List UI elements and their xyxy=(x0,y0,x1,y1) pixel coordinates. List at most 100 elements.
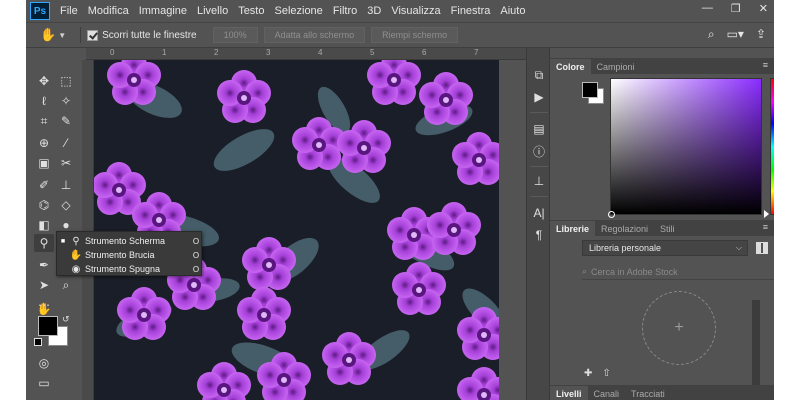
actions-panel-icon[interactable]: ▶ xyxy=(530,88,548,106)
menu-visualizza[interactable]: Visualizza xyxy=(391,5,440,17)
menu-file[interactable]: File xyxy=(60,5,78,17)
eraser-tool-icon[interactable]: ◇ xyxy=(56,196,76,214)
flyout-item-dodge[interactable]: ■ ⚲ Strumento Scherma O xyxy=(57,234,203,248)
slice-tool-icon[interactable]: ✂ xyxy=(56,154,76,172)
collapsed-panels-dock: ⧉ ▶ ▤ ⓘ ⊥ A| ¶ xyxy=(526,48,550,400)
history-panel-icon[interactable]: ⧉ xyxy=(530,66,548,84)
flyout-item-label: Strumento Brucia xyxy=(85,250,155,260)
crop-tool-icon[interactable]: ⌗ xyxy=(34,112,54,130)
ruler-tick: 4 xyxy=(318,48,323,57)
share-icon[interactable]: ⇪ xyxy=(756,27,766,42)
default-colors-icon[interactable] xyxy=(34,338,42,346)
library-footer: ✚ ⇧ xyxy=(580,368,774,382)
close-icon[interactable]: ✕ xyxy=(759,2,768,15)
info-panel-icon[interactable]: ⓘ xyxy=(530,142,548,160)
tab-librerie[interactable]: Librerie xyxy=(550,221,596,236)
ruler-tick: 0 xyxy=(110,48,115,57)
ruler-tick: 2 xyxy=(214,48,219,57)
pencil-tool-icon[interactable]: ✐ xyxy=(34,176,54,194)
divider xyxy=(530,166,548,167)
ruler-horizontal: 0 1 2 3 4 5 6 7 xyxy=(86,48,526,60)
magic-wand-tool-icon[interactable]: ✧ xyxy=(56,92,76,110)
quick-mask-icon[interactable]: ◎ xyxy=(34,354,54,372)
tab-canali[interactable]: Canali xyxy=(588,386,626,400)
healing-brush-tool-icon[interactable]: ⊕ xyxy=(34,134,54,152)
fill-screen-button[interactable]: Riempi schermo xyxy=(371,27,459,43)
foreground-color-swatch[interactable] xyxy=(38,316,58,336)
history-brush-tool-icon[interactable]: ⌬ xyxy=(34,196,54,214)
ruler-tick: 7 xyxy=(474,48,479,57)
dodge-tool-flyout: ■ ⚲ Strumento Scherma O ✋ Strumento Bruc… xyxy=(56,231,202,276)
tab-livelli[interactable]: Livelli xyxy=(550,386,588,400)
upload-icon[interactable]: ⇧ xyxy=(602,368,610,382)
workspace-icon[interactable]: ▭▾ xyxy=(727,27,744,42)
menu-bar: Ps File Modifica Immagine Livello Testo … xyxy=(26,0,774,22)
menu-aiuto[interactable]: Aiuto xyxy=(500,5,525,17)
hue-slider[interactable] xyxy=(770,78,774,215)
flower-photo xyxy=(94,60,499,400)
adjustments-panel-icon[interactable]: ▤ xyxy=(530,120,548,138)
grid-view-icon[interactable] xyxy=(756,242,768,254)
edit-toolbar-icon[interactable]: ⋯ xyxy=(34,296,54,314)
right-panels: Colore Campioni ≡ Librerie Regolazioni S… xyxy=(550,48,774,400)
tab-tracciati[interactable]: Tracciati xyxy=(625,386,671,400)
document-canvas[interactable] xyxy=(94,60,499,400)
scroll-all-windows-checkbox[interactable] xyxy=(87,29,99,41)
menu-testo[interactable]: Testo xyxy=(238,5,264,17)
menu-immagine[interactable]: Immagine xyxy=(139,5,187,17)
add-asset-icon[interactable]: ✚ xyxy=(584,368,592,382)
panel-menu-icon[interactable]: ≡ xyxy=(763,60,768,70)
zoom-tool-icon[interactable]: ⌕ xyxy=(56,276,76,294)
fit-screen-button[interactable]: Adatta allo schermo xyxy=(263,27,366,43)
color-picker-marker[interactable] xyxy=(608,211,615,218)
tab-campioni[interactable]: Campioni xyxy=(591,59,641,74)
burn-icon: ✋ xyxy=(69,249,83,261)
swap-colors-icon[interactable]: ↺ xyxy=(62,314,70,325)
options-bar: ✋ ▼ Scorri tutte le finestre 100% Adatta… xyxy=(26,22,774,48)
gradient-tool-icon[interactable]: ◧ xyxy=(34,216,54,234)
paragraph-panel-icon[interactable]: ¶ xyxy=(530,226,548,244)
frame-tool-icon[interactable]: ▣ xyxy=(34,154,54,172)
screen-mode-icon[interactable]: ▭ xyxy=(34,374,54,392)
menu-livello[interactable]: Livello xyxy=(197,5,228,17)
color-picker-field[interactable] xyxy=(610,78,762,215)
marquee-tool-icon[interactable]: ⬚ xyxy=(56,72,76,90)
ruler-tick: 6 xyxy=(422,48,427,57)
pen-tool-icon[interactable]: ✒ xyxy=(34,256,54,274)
panel-menu-icon[interactable]: ≡ xyxy=(763,222,768,232)
brush-tool-icon[interactable]: ⁄ xyxy=(56,134,76,152)
path-selection-tool-icon[interactable]: ➤ xyxy=(34,276,54,294)
chevron-down-icon[interactable]: ▼ xyxy=(58,31,66,40)
scroll-all-windows-label: Scorri tutte le finestre xyxy=(102,29,197,41)
flyout-item-burn[interactable]: ✋ Strumento Brucia O xyxy=(57,248,203,262)
add-content-button[interactable]: + xyxy=(642,291,716,365)
tab-regolazioni[interactable]: Regolazioni xyxy=(595,221,654,236)
restore-icon[interactable]: ❐ xyxy=(731,2,741,15)
eyedropper-tool-icon[interactable]: ✎ xyxy=(56,112,76,130)
hand-tool-preset-icon[interactable]: ✋ xyxy=(40,27,56,43)
tab-colore[interactable]: Colore xyxy=(550,59,591,74)
menu-selezione[interactable]: Selezione xyxy=(274,5,322,17)
character-panel-icon[interactable]: A| xyxy=(530,204,548,222)
library-select[interactable]: Libreria personale ⌵ xyxy=(582,240,748,256)
clone-stamp-tool-icon[interactable]: ⊥ xyxy=(56,176,76,194)
plus-icon: + xyxy=(674,319,684,336)
zoom-100-button[interactable]: 100% xyxy=(212,27,258,43)
clone-source-panel-icon[interactable]: ⊥ xyxy=(530,172,548,190)
menu-3d[interactable]: 3D xyxy=(367,5,381,17)
menu-filtro[interactable]: Filtro xyxy=(333,5,357,17)
minimize-icon[interactable]: — xyxy=(702,2,713,15)
flyout-item-label: Strumento Scherma xyxy=(85,236,166,246)
adobe-stock-search[interactable]: ⌕ Cerca in Adobe Stock ⌵ xyxy=(582,264,774,280)
menu-finestra[interactable]: Finestra xyxy=(451,5,491,17)
tab-stili[interactable]: Stili xyxy=(654,221,681,236)
flyout-item-sponge[interactable]: ◉ Strumento Spugna O xyxy=(57,262,203,276)
move-tool-icon[interactable]: ✥ xyxy=(34,72,54,90)
lasso-tool-icon[interactable]: ℓ xyxy=(34,92,54,110)
hue-slider-marker[interactable] xyxy=(764,210,769,218)
dodge-tool-icon[interactable]: ⚲ xyxy=(34,234,54,252)
flyout-item-label: Strumento Spugna xyxy=(85,264,161,274)
search-icon[interactable]: ⌕ xyxy=(708,27,715,42)
color-foreground-swatch[interactable] xyxy=(582,82,598,98)
menu-modifica[interactable]: Modifica xyxy=(88,5,129,17)
